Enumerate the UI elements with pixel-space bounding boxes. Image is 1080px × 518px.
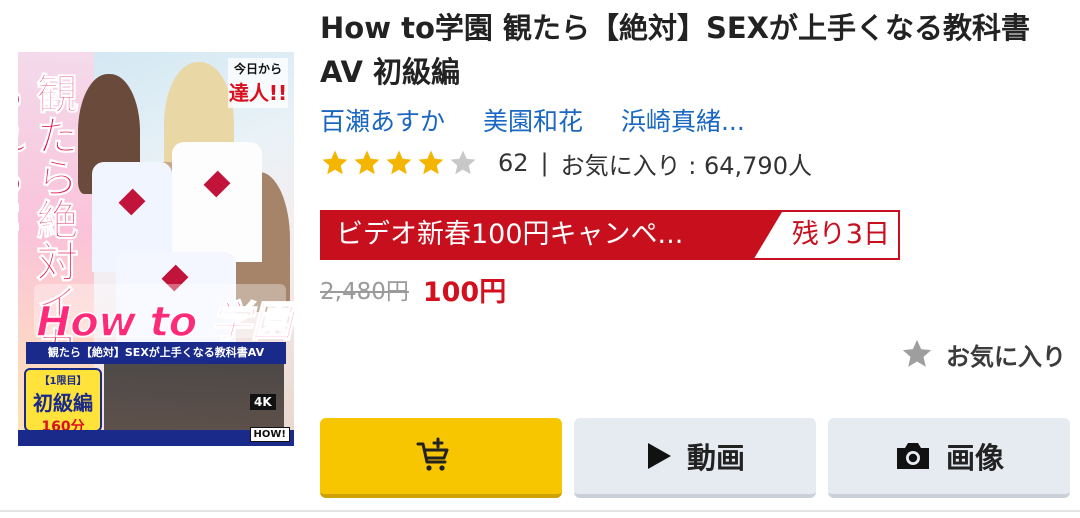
cover-subtitle: 観たら【絶対】SEXが上手くなる教科書AV: [26, 342, 286, 364]
original-price: 2,480円: [320, 279, 409, 305]
add-to-cart-button[interactable]: [320, 418, 562, 498]
star-icon: [386, 150, 412, 175]
image-button-label: 画像: [945, 441, 1004, 475]
campaign-label: ビデオ新春100円キャンペ...: [336, 219, 684, 250]
campaign-banner[interactable]: ビデオ新春100円キャンペ... 残り3日: [320, 210, 900, 260]
rating-separator: |: [540, 149, 549, 177]
product-card: 観たら絶対イカせられる!! 今日から 達人!! How to 学園 観たら【絶対…: [0, 0, 1080, 518]
cover-uniform: [172, 142, 262, 262]
star-icon: [902, 339, 932, 367]
rating-row: 62 | お気に入り : 64,790人: [320, 146, 812, 180]
star-icon: [450, 150, 476, 175]
star-rating: [320, 148, 480, 178]
product-title[interactable]: How to学園 観たら【絶対】SEXが上手くなる教科書AV 初級編: [320, 6, 1060, 94]
actress-link[interactable]: 浜崎真緒...: [621, 107, 745, 136]
play-icon: [647, 443, 671, 469]
price-row: 2,480円 100円: [320, 268, 506, 310]
cover-top-badge: 今日から 達人!!: [228, 58, 288, 108]
cover-level-big: 初級編: [33, 391, 93, 415]
actress-link[interactable]: 美園和花: [483, 107, 583, 136]
cover-4k-badge: 4K: [250, 394, 276, 410]
cover-top-tag: 今日から: [233, 62, 282, 76]
video-button-label: 動画: [686, 441, 745, 475]
cover-title-logo: How to 学園: [35, 296, 293, 347]
actress-link[interactable]: 百瀬あすか: [320, 107, 445, 136]
bottom-divider: [0, 510, 1080, 512]
add-favorite-label: お気に入り: [946, 342, 1066, 371]
product-cover-image[interactable]: 観たら絶対イカせられる!! 今日から 達人!! How to 学園 観たら【絶対…: [18, 52, 294, 446]
favorites-count: お気に入り : 64,790人: [560, 151, 812, 180]
image-button[interactable]: 画像: [828, 418, 1070, 498]
cover-level-badge: 【1限目】 初級編 160分: [24, 368, 102, 435]
campaign-remaining-days: 残り3日: [791, 219, 890, 250]
actress-list: 百瀬あすか 美園和花 浜崎真緒...: [320, 104, 775, 140]
camera-icon: [896, 443, 929, 469]
cover-level-small: 【1限目】: [39, 376, 87, 387]
video-button[interactable]: 動画: [574, 418, 816, 498]
cover-top-big: 達人!!: [228, 81, 288, 105]
cart-add-icon: [416, 437, 449, 471]
star-icon: [354, 150, 380, 175]
review-count[interactable]: 62: [498, 149, 529, 177]
star-icon: [322, 150, 348, 175]
sale-price: 100円: [422, 276, 507, 308]
cover-brand-logo: HOW!: [249, 427, 290, 442]
add-favorite-button[interactable]: お気に入り: [900, 334, 1066, 374]
star-icon: [418, 150, 444, 175]
